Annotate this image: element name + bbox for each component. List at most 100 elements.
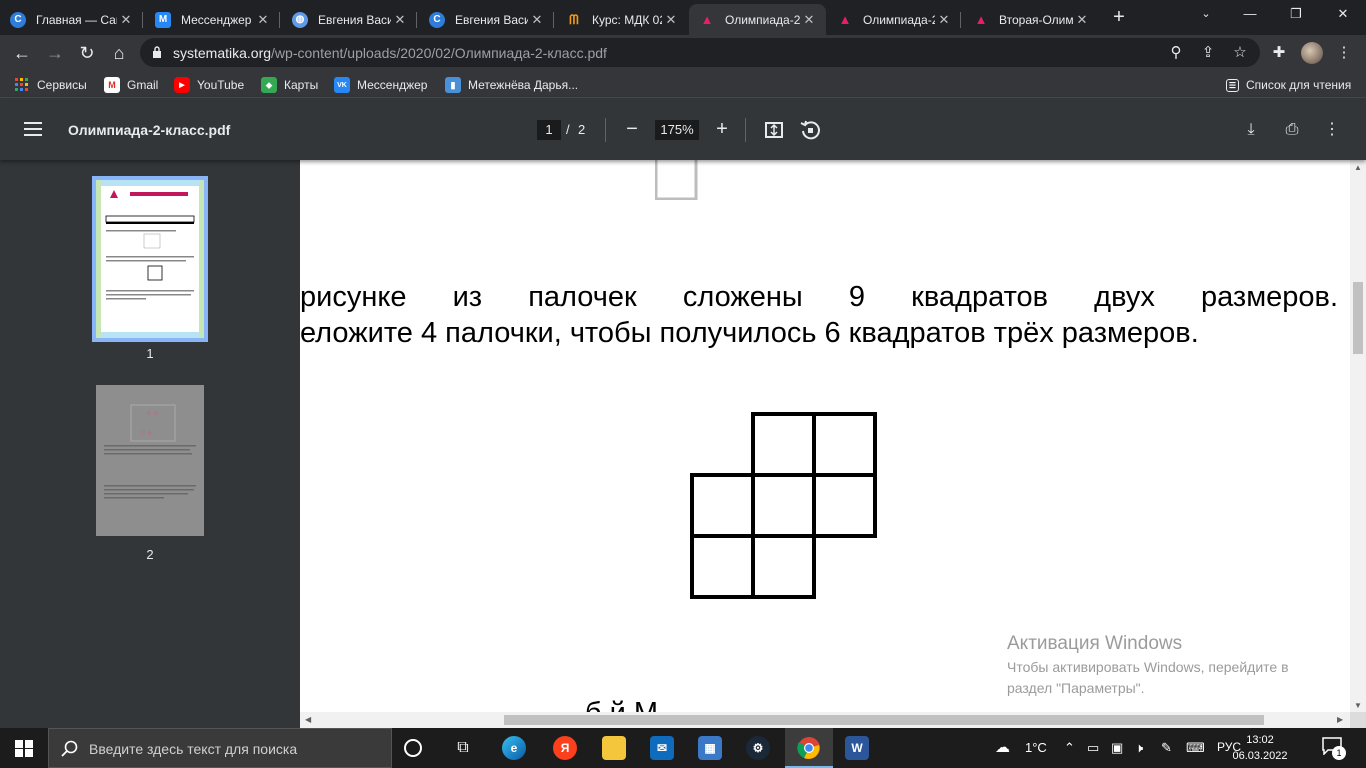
pdf-viewer[interactable]: рисунке из палочек сложены 9 квадратов д… bbox=[300, 160, 1350, 712]
tab-search-icon[interactable]: ⌄ bbox=[1183, 0, 1229, 30]
scroll-right-icon[interactable]: ▶ bbox=[1337, 715, 1343, 724]
tab-vtoraya-olimpiada[interactable]: ▲ Вторая-Олим ✕ bbox=[963, 4, 1099, 35]
scroll-left-icon[interactable]: ◀ bbox=[305, 715, 311, 724]
mail-icon[interactable]: ✉ bbox=[650, 736, 674, 760]
store-icon[interactable]: ▦ bbox=[698, 736, 722, 760]
edge-icon[interactable]: e bbox=[502, 736, 526, 760]
zoom-magnifier-icon[interactable]: ⚲ bbox=[1166, 43, 1186, 63]
close-tab-icon[interactable]: ✕ bbox=[117, 12, 135, 28]
zoom-in-button[interactable]: + bbox=[710, 118, 734, 142]
weather-temperature[interactable]: 1°C bbox=[1025, 740, 1047, 755]
tab-messenger[interactable]: M Мессенджер ✕ bbox=[145, 4, 280, 35]
tab-evgeniya-1[interactable]: ◍ Евгения Васи ✕ bbox=[282, 4, 417, 35]
rotate-icon[interactable] bbox=[799, 119, 821, 141]
battery-icon[interactable]: ▭ bbox=[1087, 740, 1099, 756]
site-favicon-icon: C bbox=[10, 11, 26, 28]
page-thumbnail-2[interactable]: ☆ ☆ ♡ ☆ bbox=[96, 385, 204, 536]
yandex-icon[interactable]: Я bbox=[553, 736, 577, 760]
tab-olimpiada-active[interactable]: ▲ Олимпиада-2 ✕ bbox=[689, 4, 826, 35]
volume-muted-icon[interactable]: 🕨 bbox=[1135, 740, 1143, 756]
lock-icon bbox=[153, 46, 161, 58]
reading-list-icon: ☰ bbox=[1226, 78, 1239, 92]
menu-kebab-icon[interactable]: ⋮ bbox=[1333, 42, 1355, 64]
download-icon[interactable]: ⤓ bbox=[1240, 119, 1262, 141]
zoom-input[interactable]: 175% bbox=[655, 120, 699, 140]
gmail-icon: M bbox=[104, 77, 120, 93]
back-arrow-icon[interactable]: ← bbox=[8, 39, 36, 67]
pen-icon[interactable]: ✎ bbox=[1161, 740, 1172, 756]
close-tab-icon[interactable]: ✕ bbox=[391, 12, 409, 28]
steam-icon[interactable]: ⚙ bbox=[746, 736, 770, 760]
tray-overflow-icon[interactable]: ⌃ bbox=[1064, 740, 1075, 756]
close-tab-icon[interactable]: ✕ bbox=[800, 12, 818, 28]
system-clock[interactable]: 13:02 06.03.2022 bbox=[1230, 732, 1290, 764]
bookmark-star-icon[interactable]: ☆ bbox=[1230, 43, 1250, 63]
thumbnail-sidebar: 1 ☆ ☆ ♡ ☆ 2 bbox=[0, 160, 300, 728]
close-tab-icon[interactable]: ✕ bbox=[662, 12, 680, 28]
bookmark-maps[interactable]: ⬥ Карты bbox=[261, 76, 318, 94]
restore-icon[interactable]: ❐ bbox=[1273, 0, 1319, 30]
extensions-puzzle-icon[interactable]: ✚ bbox=[1268, 42, 1290, 64]
book-icon: ▮ bbox=[445, 77, 461, 93]
task-view-icon[interactable]: ⧉ bbox=[451, 736, 475, 760]
close-window-icon[interactable]: ✕ bbox=[1320, 0, 1366, 30]
more-options-icon[interactable]: ⋮ bbox=[1321, 119, 1343, 141]
sidebar-menu-icon[interactable] bbox=[24, 122, 42, 136]
file-explorer-icon[interactable] bbox=[602, 736, 626, 760]
keyboard-icon[interactable]: ⌨ bbox=[1186, 740, 1205, 756]
thumbnail-number-2: 2 bbox=[146, 547, 154, 562]
bookmark-meteshneva[interactable]: ▮ Метежнёва Дарья... bbox=[445, 76, 578, 94]
apps-grid-icon bbox=[15, 78, 28, 91]
pdf-toolbar: Олимпиада-2-класс.pdf 1 / 2 − 175% + ⤓ ⎙… bbox=[0, 98, 1366, 160]
bookmark-youtube[interactable]: ▶ YouTube bbox=[174, 76, 244, 94]
chrome-icon[interactable] bbox=[797, 736, 821, 760]
bookmark-services[interactable]: Сервисы bbox=[14, 76, 87, 94]
scroll-up-icon[interactable]: ▲ bbox=[1354, 163, 1362, 172]
tab-title: Евгения Васи bbox=[455, 12, 528, 27]
print-icon[interactable]: ⎙ bbox=[1281, 119, 1303, 141]
cortana-icon[interactable] bbox=[404, 739, 422, 757]
bookmark-messenger[interactable]: VK Мессенджер bbox=[334, 76, 427, 94]
close-tab-icon[interactable]: ✕ bbox=[935, 12, 953, 28]
bottom-text-fragment: б й М bbox=[585, 697, 658, 712]
windows-start-icon[interactable] bbox=[15, 740, 33, 757]
tab-evgeniya-2[interactable]: C Евгения Васи ✕ bbox=[419, 4, 554, 35]
page-number-input[interactable]: 1 bbox=[537, 120, 561, 140]
new-tab-button[interactable]: + bbox=[1108, 7, 1130, 28]
bookmark-label: Мессенджер bbox=[357, 78, 428, 92]
profile-avatar[interactable] bbox=[1301, 42, 1323, 64]
windows-activation-title: Активация Windows bbox=[1007, 633, 1183, 654]
reading-list-button[interactable]: ☰ Список для чтения bbox=[1226, 76, 1351, 94]
tab-kurs-mdk[interactable]: ᗰ Курс: МДК 02 ✕ bbox=[556, 4, 688, 35]
tab-olimpiada-2[interactable]: ▲ Олимпиада-2 ✕ bbox=[827, 4, 961, 35]
scroll-down-icon[interactable]: ▼ bbox=[1354, 701, 1362, 710]
vertical-scroll-thumb[interactable] bbox=[1353, 282, 1363, 354]
reading-list-label: Список для чтения bbox=[1246, 78, 1352, 92]
address-bar[interactable]: systematika.org/wp-content/uploads/2020/… bbox=[140, 38, 1260, 67]
network-icon[interactable]: ▣ bbox=[1111, 740, 1123, 756]
vertical-scrollbar[interactable]: ▲ ▼ bbox=[1350, 160, 1366, 712]
page-thumbnail-1[interactable] bbox=[92, 176, 208, 342]
close-tab-icon[interactable]: ✕ bbox=[1073, 12, 1091, 28]
tab-glavnaya[interactable]: C Главная — Сайт ✕ bbox=[0, 4, 143, 35]
url-path: /wp-content/uploads/2020/02/Олимпиада-2-… bbox=[271, 45, 607, 61]
forward-arrow-icon[interactable]: → bbox=[41, 39, 69, 67]
home-icon[interactable]: ⌂ bbox=[105, 39, 133, 67]
zoom-out-button[interactable]: − bbox=[620, 118, 644, 142]
word-icon[interactable]: W bbox=[845, 736, 869, 760]
notification-center-icon[interactable]: 1 bbox=[1322, 737, 1346, 760]
bookmark-gmail[interactable]: M Gmail bbox=[104, 76, 158, 94]
close-tab-icon[interactable]: ✕ bbox=[254, 12, 272, 28]
close-tab-icon[interactable]: ✕ bbox=[528, 12, 546, 28]
fit-page-icon[interactable] bbox=[763, 119, 785, 141]
minimize-icon[interactable]: — bbox=[1227, 0, 1273, 30]
taskbar-search[interactable]: Введите здесь текст для поиска bbox=[48, 728, 392, 768]
horizontal-scrollbar[interactable]: ◀ ▶ bbox=[300, 712, 1350, 728]
horizontal-scroll-thumb[interactable] bbox=[504, 715, 1264, 725]
reload-icon[interactable]: ↻ bbox=[73, 39, 101, 67]
toolbar-divider bbox=[605, 118, 606, 142]
bookmark-label: Сервисы bbox=[37, 78, 87, 92]
windows-taskbar: Введите здесь текст для поиска ⧉ e Я ✉ ▦… bbox=[0, 728, 1366, 768]
weather-cloud-icon[interactable]: ☁ bbox=[995, 738, 1010, 756]
share-icon[interactable]: ⇪ bbox=[1198, 43, 1218, 63]
